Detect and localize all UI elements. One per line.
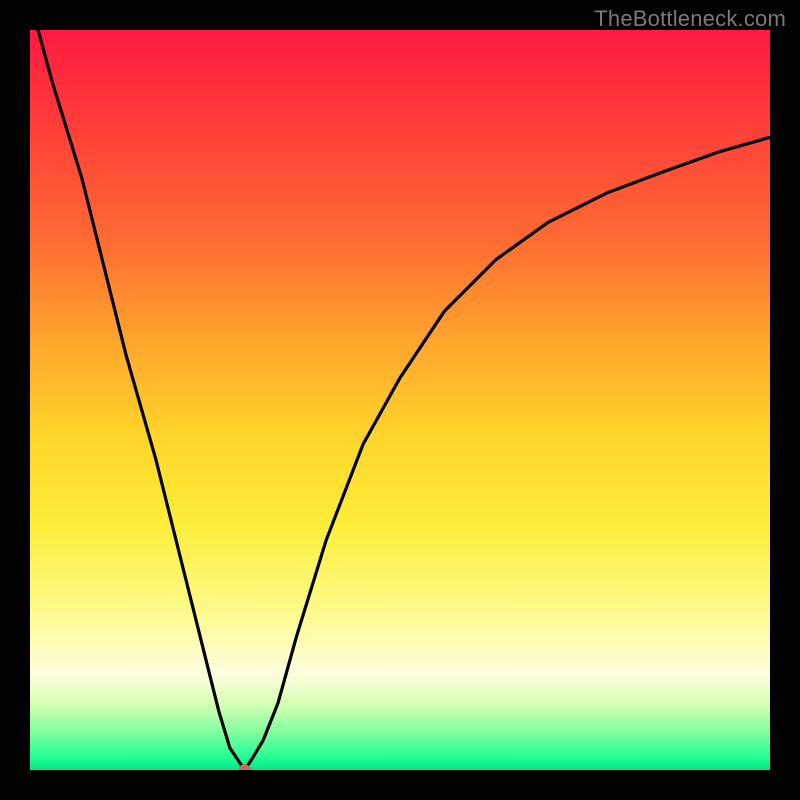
watermark-text: TheBottleneck.com [594, 6, 786, 32]
chart-frame: TheBottleneck.com [0, 0, 800, 800]
curve-path [30, 30, 770, 770]
bottleneck-curve [30, 30, 770, 770]
plot-area [30, 30, 770, 770]
